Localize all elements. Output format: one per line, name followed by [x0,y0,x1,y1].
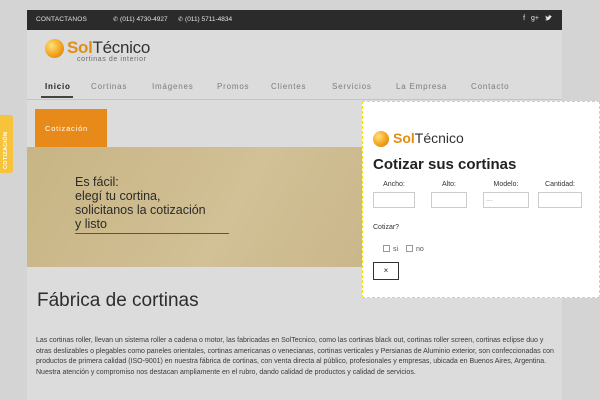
nav-item-inicio[interactable]: Inicio [45,82,71,91]
cotizacion-button-label: Cotización [45,124,89,133]
hero-line-2: elegí tu cortina, [75,189,161,203]
social-links: f g+ [523,15,552,23]
field-modelo: Modelo: ---- [483,181,529,208]
side-cotizacion-tab[interactable]: COTIZACIÓN [0,115,13,173]
option-si[interactable]: si [383,245,398,253]
field-ancho: Ancho: [373,181,415,208]
nav-divider [27,99,562,100]
nav-item-cortinas[interactable]: Cortinas [91,82,127,91]
main-nav: Inicio Cortinas Imágenes Promos Clientes… [27,82,562,96]
brand-sol: Sol [67,38,93,57]
intro-paragraph: Las cortinas roller, llevan un sistema r… [36,337,554,376]
field-alto: Alto: [431,181,467,208]
cotizar-question: Cotizar? [373,224,400,231]
cotizacion-button[interactable]: Cotización [35,109,107,147]
field-cantidad: Cantidad: [538,181,582,208]
close-button[interactable]: × [373,262,399,280]
option-no[interactable]: no [406,245,424,253]
hero-rule [75,233,229,234]
quote-fields: Ancho: Alto: Modelo: ---- Cantidad: [371,181,593,211]
modal-brand-tecnico: Técnico [414,130,464,146]
logo[interactable]: SolTécnico cortinas de interior [45,38,205,64]
twitter-icon[interactable] [545,15,552,23]
nav-item-imagenes[interactable]: Imágenes [152,82,194,91]
field-modelo-label: Modelo: [493,181,519,188]
phone-1-text: (011) 4730-4927 [120,16,168,23]
brand-tagline: cortinas de interior [77,56,147,63]
modal-brand-wordmark: SolTécnico [393,130,464,146]
checkbox-no[interactable] [406,245,413,252]
ancho-input[interactable] [373,192,415,208]
field-ancho-label: Ancho: [383,181,405,188]
page-heading: Fábrica de cortinas [37,290,199,311]
nav-item-promos[interactable]: Promos [217,82,249,91]
hero-line-3: solicitanos la cotización [75,203,206,217]
option-si-label: si [393,246,399,253]
field-cantidad-label: Cantidad: [545,181,575,188]
nav-item-servicios[interactable]: Servicios [332,82,372,91]
phone-icon: ✆ [178,17,184,23]
phone-1[interactable]: ✆ (011) 4730-4927 [113,16,168,23]
phone-2-text: (011) 5711-4834 [185,16,233,23]
modal-logo: SolTécnico [373,130,483,148]
cantidad-input[interactable] [538,192,582,208]
checkbox-si[interactable] [383,245,390,252]
nav-item-clientes[interactable]: Clientes [271,82,306,91]
nav-item-la-empresa[interactable]: La Empresa [396,82,447,91]
google-plus-icon[interactable]: g+ [531,15,539,23]
alto-input[interactable] [431,192,467,208]
modelo-select[interactable]: ---- [483,192,529,208]
option-no-label: no [416,246,424,253]
hero-line-1: Es fácil: [75,175,119,189]
modal-brand-sol: Sol [393,130,415,146]
phone-2[interactable]: ✆ (011) 5711-4834 [178,16,232,23]
phone-icon: ✆ [113,17,119,23]
sun-logo-icon [45,39,64,58]
sun-logo-icon [373,131,389,147]
top-bar: CONTACTANOS ✆ (011) 4730-4927 ✆ (011) 5711… [27,10,562,30]
modal-title: Cotizar sus cortinas [373,156,517,173]
quote-modal: SolTécnico Cotizar sus cortinas Ancho: A… [362,101,600,298]
brand-wordmark: SolTécnico [67,38,150,58]
facebook-icon[interactable]: f [523,15,525,23]
hero-line-4: y listo [75,217,107,231]
brand-tecnico: Técnico [92,38,151,57]
contact-link[interactable]: CONTACTANOS [36,16,87,23]
field-alto-label: Alto: [441,181,456,188]
nav-active-underline [41,96,73,98]
side-tab-label: COTIZACIÓN [3,131,9,169]
nav-item-contacto[interactable]: Contacto [471,82,509,91]
hero-text: Es fácil: elegí tu cortina, solicitanos … [75,175,206,231]
